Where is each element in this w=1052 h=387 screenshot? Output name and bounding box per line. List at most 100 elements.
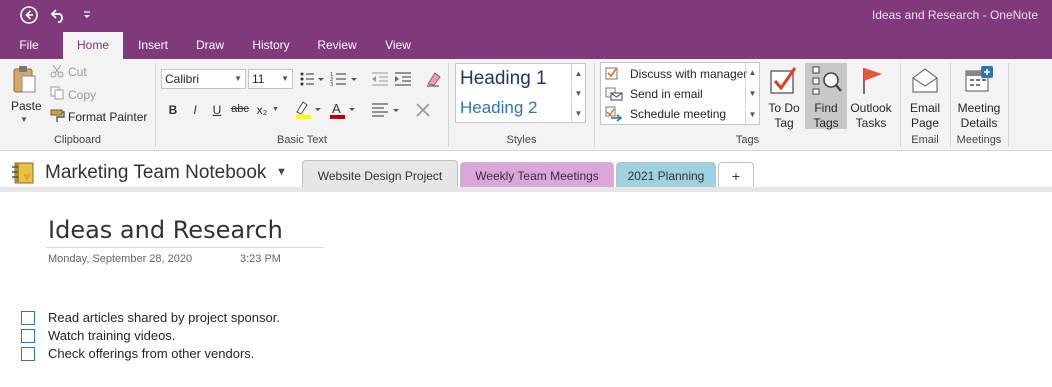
page-date: Monday, September 28, 2020 — [48, 253, 193, 265]
gallery-expand-icon[interactable]: ▼ — [745, 105, 759, 124]
outlook-tasks-button[interactable]: Outlook Tasks — [848, 63, 894, 131]
customize-qat-icon[interactable] — [76, 4, 98, 26]
discuss-tag-icon — [605, 66, 623, 82]
clipboard-group-label: Clipboard — [53, 134, 102, 146]
highlight-color-icon[interactable] — [294, 100, 322, 120]
paste-icon[interactable] — [10, 63, 38, 95]
gallery-scroll-down-icon[interactable]: ▼ — [745, 84, 759, 104]
add-section-button[interactable]: + — [718, 162, 754, 190]
meeting-details-button[interactable]: Meeting Details — [954, 63, 1004, 131]
undo-icon[interactable] — [48, 4, 70, 26]
tag-item[interactable]: Send in email — [601, 84, 746, 104]
increase-indent-icon[interactable] — [393, 70, 413, 88]
tab-insert[interactable]: Insert — [131, 32, 175, 59]
tag-item[interactable]: Schedule meeting — [601, 104, 746, 124]
group-divider — [1008, 63, 1009, 147]
chevron-down-icon[interactable]: ▼ — [272, 106, 279, 113]
meeting-details-label: Meeting Details — [957, 101, 1001, 130]
decrease-indent-icon[interactable] — [370, 70, 390, 88]
styles-group-label: Styles — [506, 134, 537, 146]
outlook-tasks-label: Outlook Tasks — [850, 101, 892, 130]
page-title[interactable]: Ideas and Research — [48, 216, 283, 244]
email-page-label: Email Page — [909, 101, 940, 130]
email-page-button[interactable]: Email Page — [904, 63, 946, 131]
underline-button[interactable]: U — [209, 103, 225, 117]
find-tags-button[interactable]: Find Tags — [805, 63, 847, 130]
font-size-value: 11 — [252, 72, 265, 86]
flag-icon — [848, 63, 894, 97]
style-heading2[interactable]: Heading 2 — [460, 98, 538, 118]
section-tab-label: 2021 Planning — [627, 169, 705, 183]
todo-text[interactable]: Watch training videos. — [48, 328, 175, 343]
chevron-down-icon: ▼ — [281, 74, 289, 83]
clear-formatting-icon[interactable] — [425, 69, 443, 89]
tab-review[interactable]: Review — [311, 32, 363, 59]
notebook-name[interactable]: Marketing Team Notebook — [45, 162, 266, 184]
back-icon[interactable] — [18, 4, 40, 26]
checkbox-icon[interactable] — [21, 329, 35, 343]
section-tab-weekly-meetings[interactable]: Weekly Team Meetings — [460, 162, 614, 190]
font-name-combo[interactable]: Calibri ▼ — [161, 69, 246, 89]
font-color-icon[interactable]: A — [328, 100, 358, 120]
section-tab-2021-planning[interactable]: 2021 Planning — [616, 162, 716, 190]
ribbon: Paste ▼ Cut Copy Format Painter Clipboar… — [0, 59, 1052, 151]
copy-button[interactable]: Copy — [68, 88, 96, 102]
window-title: Ideas and Research - OneNote — [871, 8, 1038, 22]
checkbox-icon[interactable] — [21, 347, 35, 361]
styles-gallery[interactable]: Heading 1 Heading 2 ▲ ▼ ▼ — [455, 63, 586, 123]
italic-button[interactable]: I — [187, 103, 203, 117]
format-painter-button[interactable]: Format Painter — [68, 110, 147, 124]
font-name-value: Calibri — [165, 72, 200, 86]
paste-button[interactable]: Paste — [11, 99, 42, 113]
gallery-scroll-down-icon[interactable]: ▼ — [571, 84, 585, 103]
gallery-expand-icon[interactable]: ▼ — [571, 104, 585, 123]
todo-checkbox-icon — [764, 63, 804, 97]
tag-label: Discuss with manager — [630, 67, 748, 81]
bullets-icon[interactable] — [299, 70, 325, 88]
copy-icon — [50, 86, 64, 100]
envelope-icon — [904, 63, 946, 97]
tags-group-label: Tags — [735, 134, 760, 146]
tab-file[interactable]: File — [8, 32, 50, 59]
notebook-bar: Marketing Team Notebook ▼ Website Design… — [0, 152, 1052, 192]
delete-icon[interactable] — [413, 101, 433, 119]
cut-button[interactable]: Cut — [68, 65, 87, 79]
meetings-group-label: Meetings — [956, 134, 1002, 146]
tag-label: Schedule meeting — [630, 107, 727, 121]
gallery-scroll-up-icon[interactable]: ▲ — [745, 63, 759, 83]
bold-button[interactable]: B — [165, 103, 181, 117]
tab-home[interactable]: Home — [63, 32, 123, 59]
plus-icon: + — [731, 168, 741, 184]
email-group-label: Email — [911, 134, 939, 146]
todo-text[interactable]: Read articles shared by project sponsor. — [48, 310, 280, 325]
notebook-dropdown-icon[interactable]: ▼ — [276, 166, 287, 178]
page-time: 3:23 PM — [240, 253, 281, 265]
font-size-combo[interactable]: 11 ▼ — [248, 69, 293, 89]
tab-history[interactable]: History — [244, 32, 298, 59]
email-tag-icon — [605, 86, 623, 102]
todo-text[interactable]: Check offerings from other vendors. — [48, 346, 254, 361]
style-heading1[interactable]: Heading 1 — [460, 68, 547, 90]
subscript-button[interactable]: x₂ — [254, 103, 270, 117]
notebook-icon[interactable] — [11, 161, 37, 188]
paragraph-alignment-icon[interactable] — [370, 100, 402, 120]
title-divider — [46, 247, 324, 248]
strikethrough-button[interactable]: abc — [229, 103, 251, 115]
todo-tag-label: To Do Tag — [768, 101, 800, 130]
tab-draw[interactable]: Draw — [188, 32, 232, 59]
tag-label: Send in email — [630, 87, 703, 101]
todo-tag-button[interactable]: To Do Tag — [764, 63, 804, 131]
section-tab-label: Website Design Project — [317, 169, 443, 183]
section-underline — [0, 187, 1052, 192]
tag-item[interactable]: Discuss with manager — [601, 64, 748, 84]
tab-view[interactable]: View — [376, 32, 420, 59]
paste-dropdown-icon[interactable]: ▼ — [20, 115, 28, 124]
checkbox-icon[interactable] — [21, 311, 35, 325]
schedule-tag-icon — [605, 106, 623, 122]
format-painter-icon — [50, 109, 66, 123]
tags-gallery[interactable]: Discuss with manager Send in email Sched… — [600, 62, 760, 125]
gallery-scroll-up-icon[interactable]: ▲ — [571, 64, 585, 83]
numbering-icon[interactable]: 123 — [330, 70, 360, 88]
chevron-down-icon: ▼ — [234, 74, 242, 83]
svg-text:3: 3 — [330, 82, 333, 87]
